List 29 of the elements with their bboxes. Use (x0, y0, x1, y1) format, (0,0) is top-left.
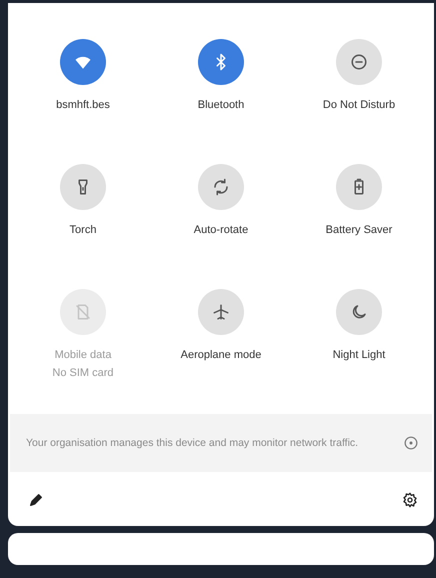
airplane-icon (212, 303, 230, 321)
tile-label: Night Light (332, 349, 386, 361)
settings-button[interactable] (402, 492, 418, 508)
tile-label: bsmhft.bes (56, 99, 110, 111)
tile-label: Battery Saver (326, 224, 392, 236)
toggle-button[interactable] (198, 39, 244, 85)
edit-button[interactable] (28, 492, 44, 508)
moon-icon (350, 303, 368, 321)
toggle-button[interactable] (60, 164, 106, 210)
toggle-button[interactable] (336, 164, 382, 210)
rotate-icon (212, 178, 230, 196)
toggle-button[interactable] (198, 289, 244, 335)
tile-label: Do Not Disturb (322, 99, 396, 111)
toggle-button[interactable] (198, 164, 244, 210)
info-icon[interactable] (404, 436, 418, 450)
toggle-button[interactable] (336, 39, 382, 85)
tile-label: Auto-rotate (194, 224, 248, 236)
toggle-button[interactable] (60, 39, 106, 85)
settings-icon (402, 492, 418, 508)
minus-circle-icon (350, 53, 368, 71)
tile-label: Mobile data (54, 349, 112, 361)
tile-label: Bluetooth (198, 99, 244, 111)
tile-label: Torch (70, 224, 96, 236)
toggle-button[interactable] (336, 289, 382, 335)
tile-sublabel: No SIM card (52, 367, 114, 379)
notice-text: Your organisation manages this device and may monitor network traffic. (26, 436, 360, 450)
tile-label: Aeroplane mode (180, 349, 262, 361)
sim-card-icon (74, 303, 92, 321)
pencil-icon (28, 492, 44, 508)
